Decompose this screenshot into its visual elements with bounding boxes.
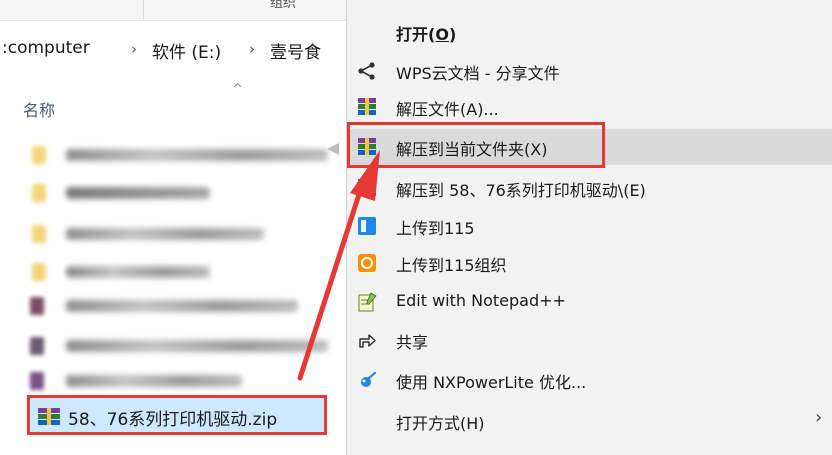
menu-item-upload-115[interactable]: 上传到115 — [347, 208, 832, 244]
share-icon — [358, 62, 375, 80]
breadcrumb-folder[interactable]: 壹号食 — [270, 38, 321, 63]
zip-file-name: 58、76系列打印机驱动.zip — [68, 410, 278, 430]
selected-zip-file[interactable]: 58、76系列打印机驱动.zip — [27, 395, 327, 435]
folder-icon — [32, 146, 46, 164]
sort-ascending-icon: ^ — [232, 82, 243, 97]
obscured-filename — [66, 266, 210, 278]
menu-item-label: Edit with Notepad++ — [396, 291, 566, 310]
list-item[interactable] — [32, 225, 272, 243]
menu-item-extract-to[interactable]: 解压到 58、76系列打印机驱动\(E) — [347, 170, 832, 206]
115-icon — [358, 217, 376, 235]
obscured-filename — [66, 375, 242, 387]
winrar-archive-icon — [358, 98, 376, 115]
obscured-filename — [66, 187, 210, 199]
menu-item-label: 使用 NXPowerLite 优化... — [396, 373, 587, 392]
menu-item-open[interactable]: 打开(O) — [347, 14, 832, 50]
obscured-filename — [66, 149, 328, 161]
list-item[interactable] — [32, 184, 232, 202]
notepad-plus-icon — [358, 292, 377, 312]
menu-item-label: 解压文件(A)... — [396, 100, 499, 119]
menu-item-label: 上传到115 — [396, 219, 475, 238]
breadcrumb-separator: › — [249, 40, 255, 58]
list-item[interactable] — [30, 337, 330, 355]
list-item[interactable] — [30, 372, 250, 390]
menu-item-wps-share[interactable]: WPS云文档 - 分享文件 — [347, 53, 832, 89]
archive-icon — [30, 297, 44, 315]
file-explorer: 组织 :computer › 软件 (E:) › 壹号食 ^ 名称 58、76系… — [0, 0, 346, 455]
scroll-right-icon[interactable] — [327, 143, 339, 155]
winrar-archive-icon — [358, 179, 376, 196]
share-arrow-icon — [359, 334, 376, 348]
menu-item-label: 打开(O) — [396, 25, 457, 44]
obscured-filename — [66, 228, 264, 240]
context-menu: 打开(O) WPS云文档 - 分享文件 解压文件(A)... 解压到当前文件夹(… — [346, 0, 832, 455]
chevron-right-icon: › — [815, 407, 823, 428]
breadcrumb-computer[interactable]: :computer — [2, 38, 90, 58]
menu-item-upload-115-org[interactable]: 上传到115组织 — [347, 245, 832, 281]
list-item[interactable] — [30, 297, 310, 315]
ribbon-divider — [143, 0, 144, 20]
menu-item-label: 解压到 58、76系列打印机驱动\(E) — [396, 181, 646, 200]
obscured-filename — [66, 340, 328, 352]
highlight-box — [347, 122, 605, 168]
obscured-filename — [66, 300, 298, 312]
breadcrumb-separator: › — [131, 40, 137, 58]
115-org-icon — [358, 254, 376, 272]
menu-item-notepad[interactable]: Edit with Notepad++ — [347, 284, 832, 320]
menu-item-label: 共享 — [396, 333, 429, 352]
list-item[interactable] — [32, 263, 232, 281]
menu-item-share[interactable]: 共享 — [347, 322, 832, 358]
breadcrumb-drive-e[interactable]: 软件 (E:) — [152, 38, 221, 63]
folder-icon — [32, 184, 46, 202]
menu-item-label: WPS云文档 - 分享文件 — [396, 64, 560, 83]
menu-item-nxpowerlite[interactable]: 使用 NXPowerLite 优化... — [347, 362, 832, 398]
ribbon-strip: 组织 — [0, 0, 346, 21]
archive-icon — [30, 372, 44, 390]
menu-item-open-with[interactable]: 打开方式(H) — [347, 403, 832, 439]
menu-item-label: 上传到115组织 — [396, 256, 507, 275]
column-header-name[interactable]: 名称 — [23, 97, 55, 121]
nxpowerlite-icon — [361, 371, 377, 387]
archive-icon — [30, 337, 44, 355]
menu-item-label: 打开方式(H) — [396, 414, 485, 433]
menu-item-extract-files[interactable]: 解压文件(A)... — [347, 89, 832, 125]
winrar-archive-icon — [38, 408, 60, 425]
ribbon-organize-label[interactable]: 组织 — [270, 0, 296, 11]
folder-icon — [32, 225, 46, 243]
folder-icon — [32, 263, 46, 281]
list-item[interactable] — [32, 146, 332, 164]
